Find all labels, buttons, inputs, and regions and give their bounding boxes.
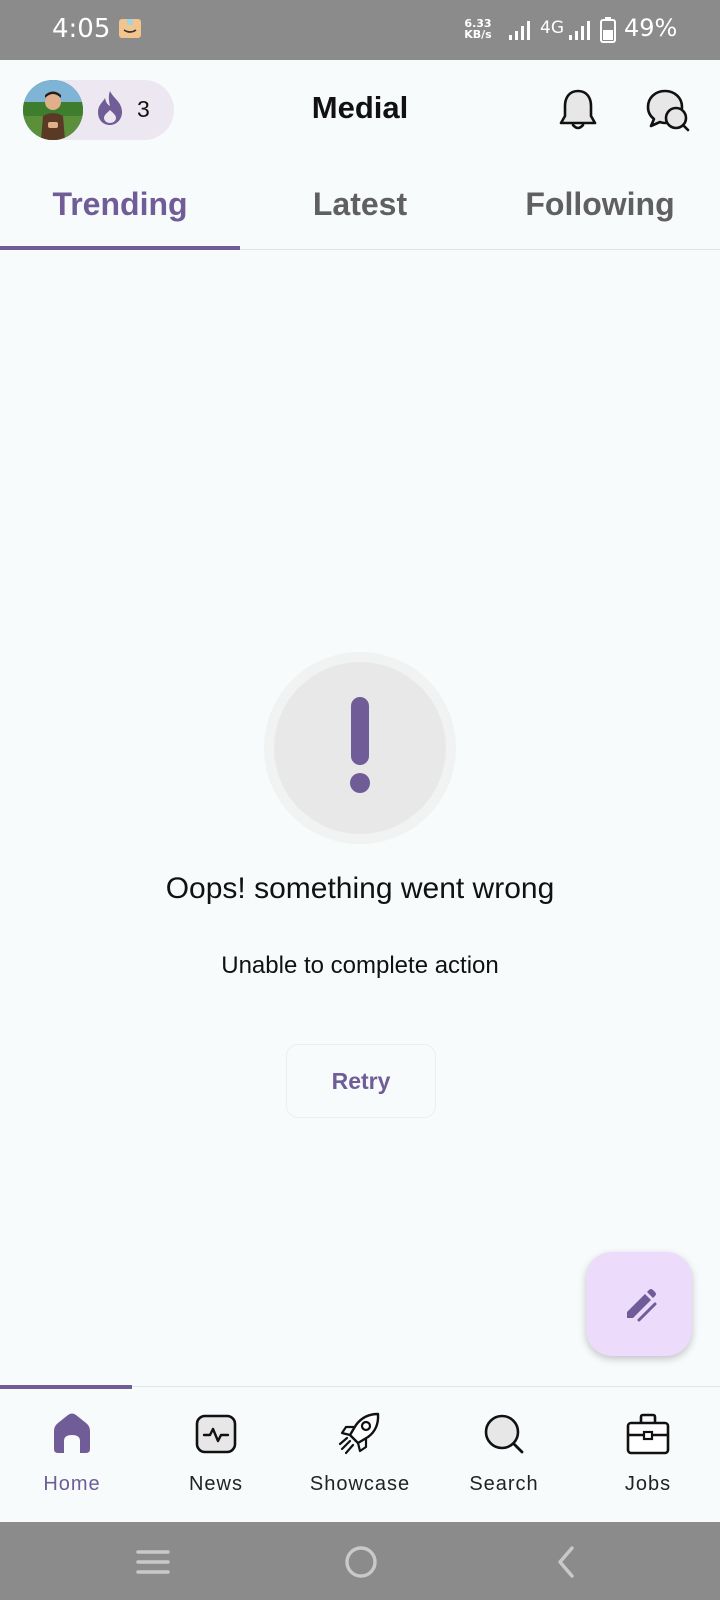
home-system-icon[interactable] xyxy=(343,1544,379,1580)
signal-icon xyxy=(569,21,590,40)
status-bar: 4:05 6.33 KB/s 4G 49% xyxy=(0,0,720,60)
nav-item-jobs[interactable]: Jobs xyxy=(576,1387,720,1523)
nav-label-home: Home xyxy=(43,1473,101,1495)
bottom-nav: Home News Showcase Search Jobs xyxy=(0,1385,720,1523)
search-icon xyxy=(484,1414,524,1454)
nav-item-showcase[interactable]: Showcase xyxy=(288,1387,432,1523)
home-icon xyxy=(54,1413,90,1453)
nav-item-news[interactable]: News xyxy=(144,1387,288,1523)
avatar[interactable] xyxy=(23,80,83,140)
tab-following[interactable]: Following xyxy=(480,186,720,223)
network-type: 4G xyxy=(540,18,564,38)
error-title: Oops! something went wrong xyxy=(165,872,555,905)
error-subtitle: Unable to complete action xyxy=(221,952,499,979)
edit-icon xyxy=(627,1289,657,1322)
system-nav-bar xyxy=(0,1522,720,1600)
status-time: 4:05 xyxy=(52,14,111,44)
briefcase-icon xyxy=(626,1413,670,1455)
retry-button[interactable]: Retry xyxy=(286,1044,436,1118)
rocket-icon xyxy=(338,1412,380,1455)
nav-label-showcase: Showcase xyxy=(309,1473,411,1495)
chat-icon[interactable] xyxy=(645,88,691,132)
bell-icon[interactable] xyxy=(556,88,600,132)
back-icon[interactable] xyxy=(550,1544,586,1580)
app-title: Medial xyxy=(311,90,409,125)
nav-item-home[interactable]: Home xyxy=(0,1387,144,1523)
amazon-app-icon xyxy=(119,19,141,38)
net-speed-unit: KB/s xyxy=(464,28,492,41)
net-speed: 6.33 KB/s xyxy=(458,18,498,40)
battery-percent: 49% xyxy=(624,14,678,42)
nav-label-news: News xyxy=(188,1473,243,1495)
signal-icon xyxy=(509,21,530,40)
nav-label-jobs: Jobs xyxy=(624,1473,672,1495)
compose-post-button[interactable] xyxy=(586,1252,692,1356)
exclamation-icon xyxy=(350,697,370,793)
nav-item-search[interactable]: Search xyxy=(432,1387,576,1523)
recent-apps-icon[interactable] xyxy=(135,1544,171,1580)
tab-trending[interactable]: Trending xyxy=(0,186,240,223)
tab-indicator xyxy=(0,246,240,250)
news-icon xyxy=(195,1414,237,1454)
avatar-image xyxy=(23,80,83,140)
tab-latest[interactable]: Latest xyxy=(240,186,480,223)
streak-count: 3 xyxy=(137,96,150,122)
battery-icon xyxy=(600,17,616,43)
feed-tabs: Trending Latest Following xyxy=(0,170,720,250)
nav-label-search: Search xyxy=(469,1473,539,1495)
flame-icon xyxy=(98,91,122,125)
